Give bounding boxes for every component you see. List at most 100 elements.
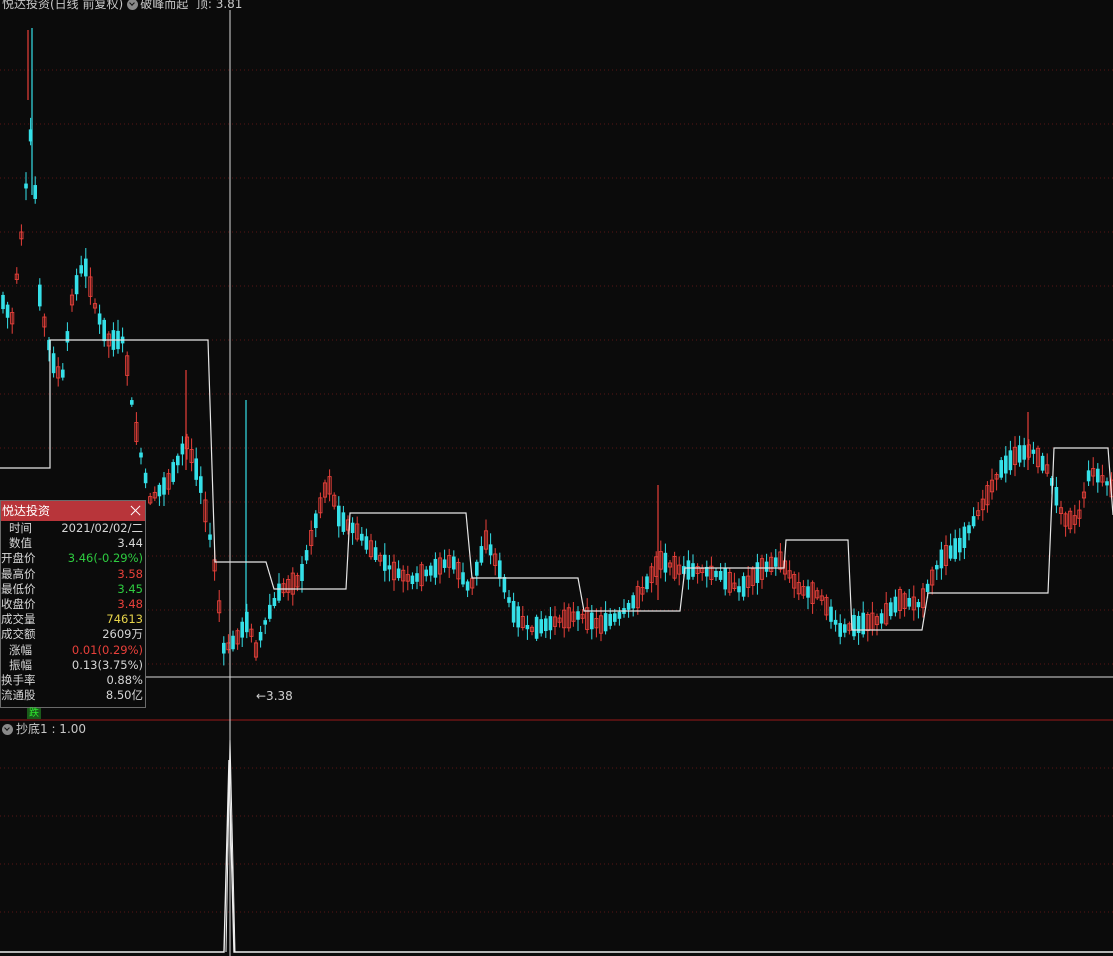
candle-body	[488, 544, 493, 556]
indicator-dropdown-icon[interactable]	[127, 0, 139, 10]
candle-body	[180, 443, 185, 455]
candle-body	[79, 265, 83, 274]
candle-body	[544, 618, 548, 632]
candle-body	[277, 583, 281, 601]
stock-title: 悦达投资(日线 前复权)	[2, 0, 124, 11]
candle-body	[24, 183, 28, 189]
candle-body	[576, 611, 580, 620]
candle-body	[971, 516, 976, 527]
info-row-value: 2021/02/02/二	[61, 521, 143, 535]
candle-body	[590, 612, 594, 630]
info-row: 成交额 2609万	[1, 627, 145, 642]
candle-body	[907, 597, 911, 607]
candle-body	[1054, 487, 1059, 506]
info-panel-header[interactable]: 悦达投资	[1, 501, 145, 521]
info-row: 换手率 0.88%	[1, 673, 145, 688]
candle-body	[833, 619, 838, 625]
info-panel[interactable]: 悦达投资 时间 2021/02/02/二 数值 3.44 开盘价 3.46(-0.29%)…	[0, 500, 146, 708]
candle-body	[263, 620, 267, 625]
candle-body	[603, 613, 608, 632]
close-icon[interactable]	[129, 504, 142, 517]
candle-body	[1040, 455, 1045, 471]
sub-indicator-series	[0, 739, 1113, 953]
sub-chart-title-bar: 抄底1 : 1.00	[2, 721, 86, 737]
candle-body	[967, 525, 971, 534]
sub-indicator-label[interactable]: 抄底1 : 1.00	[16, 722, 86, 736]
candle-body	[97, 313, 102, 325]
candle-body	[373, 547, 378, 560]
candle-body	[350, 522, 355, 534]
candle-body	[829, 606, 833, 622]
candle-body	[337, 505, 341, 527]
candle-body	[502, 576, 507, 593]
info-row-key: 最高价	[1, 566, 36, 581]
info-row-value: 0.88%	[106, 672, 143, 687]
candle-body	[516, 606, 520, 628]
candle-body	[1004, 455, 1008, 474]
candle-body	[143, 472, 148, 484]
candle-body	[194, 458, 198, 480]
candle-body	[879, 613, 884, 624]
down-badge: 跌	[27, 708, 41, 719]
low-price-marker: ←3.38	[256, 689, 293, 703]
candle-body	[1022, 445, 1026, 460]
candle-body	[626, 602, 631, 610]
indicator-name[interactable]: 破峰而起	[140, 0, 188, 11]
candle-body	[341, 512, 346, 532]
candle-body	[396, 568, 401, 579]
candle-body	[199, 476, 203, 493]
info-panel-rows: 时间 2021/02/02/二 数值 3.44 开盘价 3.46(-0.29%) 最高价 3.…	[1, 521, 145, 703]
info-row: 数值 3.44	[1, 536, 145, 551]
info-row-value: 0.01(0.29%)	[71, 642, 143, 657]
info-row-key: 数值	[9, 536, 32, 551]
info-row: 涨幅 0.01(0.29%)	[1, 643, 145, 658]
candle-body	[962, 526, 967, 548]
candle-body	[452, 556, 456, 570]
candle-body	[5, 304, 10, 318]
crosshair	[146, 10, 1113, 956]
candle-body	[475, 561, 479, 576]
candle-body	[442, 559, 447, 568]
candle-body	[741, 576, 746, 597]
candle-body	[498, 560, 502, 579]
candle-body	[208, 534, 212, 540]
info-row-value: 3.45	[117, 581, 143, 596]
info-row-key: 时间	[9, 521, 32, 535]
grid-lines	[0, 69, 1113, 913]
info-row: 振幅 0.13(3.75%)	[1, 658, 145, 673]
info-row: 最低价 3.45	[1, 582, 145, 597]
info-row: 成交量 74613	[1, 612, 145, 627]
candle-body	[38, 284, 42, 307]
candle-body	[507, 597, 511, 603]
candle-body	[774, 557, 778, 567]
sub-indicator-dropdown-icon[interactable]	[2, 724, 13, 735]
info-row-value: 2609万	[102, 627, 143, 642]
candle-body	[691, 563, 695, 577]
sub-indicator-line	[0, 759, 1113, 953]
candle-body	[268, 604, 272, 619]
info-row-key: 成交量	[1, 612, 36, 627]
candle-body	[723, 568, 727, 590]
candle-body	[608, 613, 612, 626]
kline-chart[interactable]	[0, 0, 1113, 956]
candlestick-series	[1, 28, 1113, 666]
info-row-value: 0.13(3.75%)	[71, 657, 143, 672]
candle-body	[461, 572, 465, 585]
candle-body	[387, 565, 392, 570]
candle-body	[548, 616, 553, 631]
candle-body	[861, 612, 865, 635]
candle-body	[525, 624, 530, 630]
candle-body	[958, 537, 962, 553]
candle-body	[1031, 449, 1036, 454]
candle-body	[74, 275, 79, 295]
candle-body	[663, 552, 668, 573]
candle-body	[999, 460, 1003, 478]
info-row: 最高价 3.58	[1, 567, 145, 582]
candle-body	[718, 571, 723, 580]
candle-body	[617, 611, 622, 619]
chart-title-bar: 悦达投资(日线 前复权) 破峰而起 顶: 3.81	[2, 0, 242, 12]
candle-body	[364, 536, 369, 550]
candle-body	[272, 597, 277, 607]
candle-body	[953, 538, 957, 559]
info-row-key: 换手率	[1, 672, 36, 687]
